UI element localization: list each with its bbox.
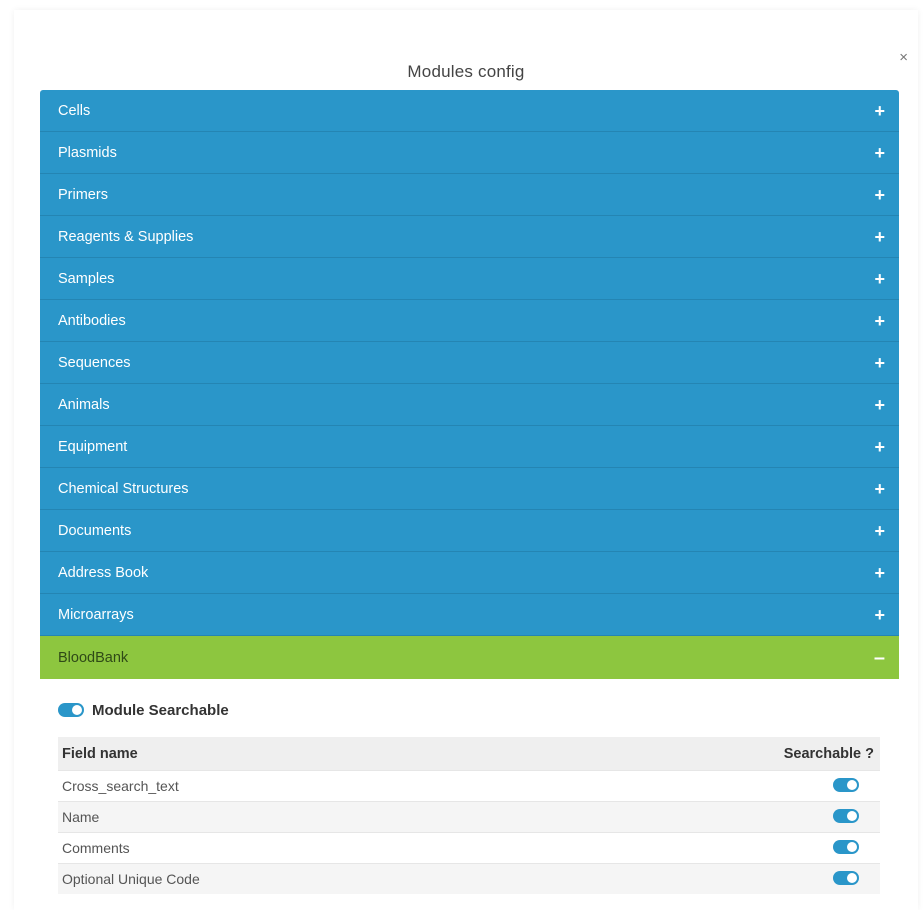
module-label: Plasmids [58, 144, 117, 161]
field-name: Optional Unique Code [58, 863, 636, 894]
module-bloodbank[interactable]: BloodBank – [40, 636, 899, 679]
module-label: Animals [58, 396, 110, 413]
bloodbank-panel: Module Searchable Field name Searchable … [40, 679, 899, 894]
module-cells[interactable]: Cells + [40, 90, 899, 132]
expand-icon[interactable]: + [874, 396, 885, 414]
expand-icon[interactable]: + [874, 186, 885, 204]
table-row: Cross_search_text [58, 770, 880, 802]
expand-icon[interactable]: + [874, 312, 885, 330]
field-name: Cross_search_text [58, 770, 636, 802]
module-antibodies[interactable]: Antibodies + [40, 300, 899, 342]
column-field-name: Field name [58, 737, 636, 771]
collapse-icon[interactable]: – [874, 648, 885, 668]
module-searchable-label: Module Searchable [92, 701, 229, 719]
field-searchable-toggle[interactable] [833, 839, 859, 854]
close-icon[interactable]: × [899, 50, 908, 65]
module-primers[interactable]: Primers + [40, 174, 899, 216]
module-label: Documents [58, 522, 132, 539]
module-animals[interactable]: Animals + [40, 384, 899, 426]
module-searchable-row: Module Searchable [58, 699, 881, 721]
module-equipment[interactable]: Equipment + [40, 426, 899, 468]
module-label: Reagents & Supplies [58, 228, 194, 245]
expand-icon[interactable]: + [874, 522, 885, 540]
module-plasmids[interactable]: Plasmids + [40, 132, 899, 174]
module-label: Cells [58, 102, 91, 119]
field-searchable-toggle[interactable] [833, 777, 859, 792]
module-label: Samples [58, 270, 115, 287]
module-label: Microarrays [58, 606, 134, 623]
table-row: Name [58, 801, 880, 833]
module-label: Antibodies [58, 312, 126, 329]
expand-icon[interactable]: + [874, 438, 885, 456]
module-label: Address Book [58, 564, 149, 581]
module-documents[interactable]: Documents + [40, 510, 899, 552]
module-label: BloodBank [58, 649, 129, 666]
module-sequences[interactable]: Sequences + [40, 342, 899, 384]
field-searchable-toggle[interactable] [833, 870, 859, 885]
module-label: Equipment [58, 438, 128, 455]
table-row: Optional Unique Code [58, 863, 880, 894]
module-label: Sequences [58, 354, 131, 371]
module-label: Chemical Structures [58, 480, 189, 497]
expand-icon[interactable]: + [874, 606, 885, 624]
modal-title: Modules config [407, 62, 525, 81]
module-reagents-supplies[interactable]: Reagents & Supplies + [40, 216, 899, 258]
field-name: Comments [58, 832, 636, 864]
expand-icon[interactable]: + [874, 228, 885, 246]
modules-accordion: Cells + Plasmids + Primers + Reagents & … [40, 90, 899, 894]
module-searchable-toggle[interactable] [58, 703, 84, 717]
expand-icon[interactable]: + [874, 480, 885, 498]
expand-icon[interactable]: + [874, 144, 885, 162]
expand-icon[interactable]: + [874, 354, 885, 372]
table-row: Comments [58, 832, 880, 864]
field-name: Name [58, 801, 636, 833]
expand-icon[interactable]: + [874, 270, 885, 288]
module-address-book[interactable]: Address Book + [40, 552, 899, 594]
module-label: Primers [58, 186, 108, 203]
expand-icon[interactable]: + [874, 102, 885, 120]
field-searchable-toggle[interactable] [833, 808, 859, 823]
fields-table: Field name Searchable ? Cross_search_tex… [58, 737, 880, 894]
module-samples[interactable]: Samples + [40, 258, 899, 300]
column-searchable: Searchable ? [636, 737, 880, 771]
module-microarrays[interactable]: Microarrays + [40, 594, 899, 636]
expand-icon[interactable]: + [874, 564, 885, 582]
module-chemical-structures[interactable]: Chemical Structures + [40, 468, 899, 510]
table-header-row: Field name Searchable ? [58, 737, 880, 771]
